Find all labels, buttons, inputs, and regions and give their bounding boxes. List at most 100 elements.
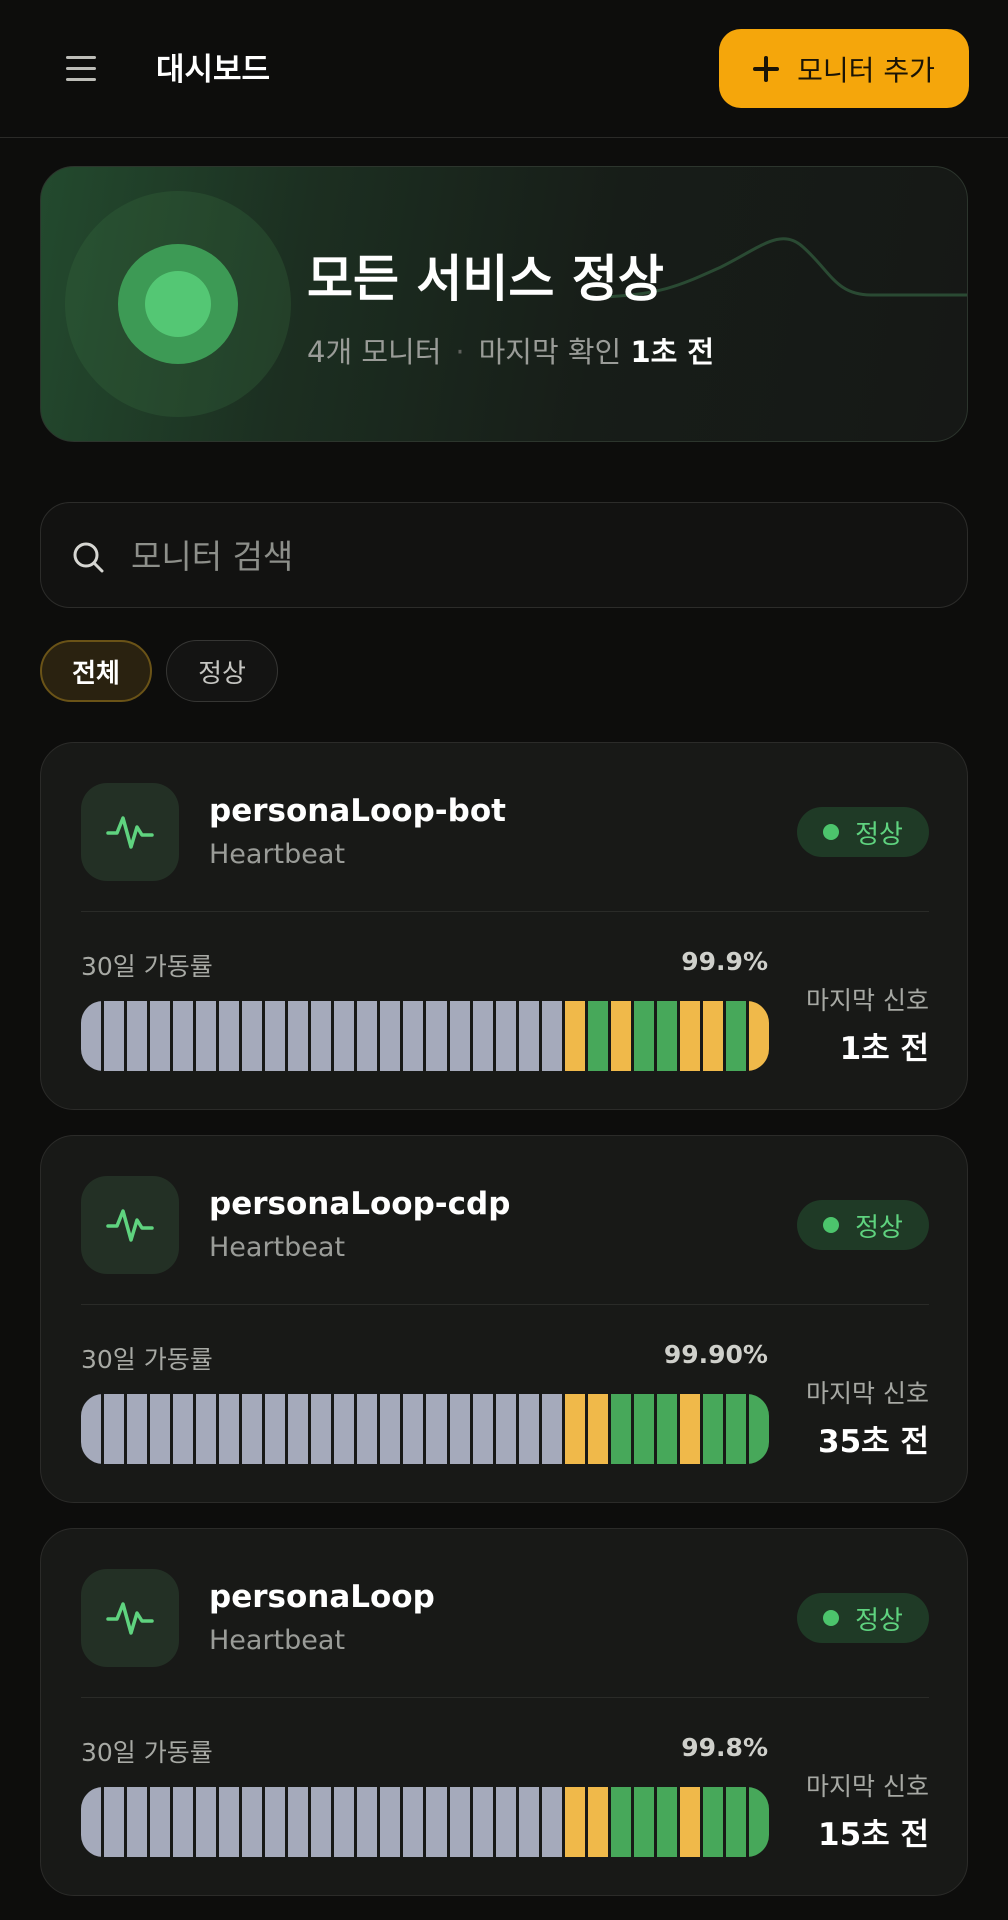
last-signal-value: 35초 전 xyxy=(818,1424,929,1460)
filter-chip-all[interactable]: 전체 xyxy=(40,640,152,702)
uptime-day-segment xyxy=(81,1001,102,1071)
uptime-day-segment xyxy=(196,1001,217,1071)
uptime-day-segment xyxy=(426,1394,447,1464)
uptime-day-segment xyxy=(196,1394,217,1464)
monitor-card[interactable]: personaLoop-bot Heartbeat 정상 30일 가동률 99.… xyxy=(40,742,968,1110)
uptime-day-segment xyxy=(265,1394,286,1464)
uptime-day-segment xyxy=(610,1001,631,1071)
last-signal-value: 1초 전 xyxy=(839,1031,929,1067)
uptime-day-segment xyxy=(288,1394,309,1464)
separator-dot: · xyxy=(455,335,465,369)
uptime-day-segment xyxy=(495,1001,516,1071)
heartbeat-monitor-icon xyxy=(81,783,179,881)
monitor-name: personaLoop-cdp xyxy=(209,1186,511,1222)
uptime-day-segment xyxy=(518,1001,539,1071)
uptime-day-segment xyxy=(702,1787,723,1857)
uptime-day-segment xyxy=(610,1787,631,1857)
overall-status-card: 모든 서비스 정상 4개 모니터 · 마지막 확인 1초 전 xyxy=(40,166,968,442)
uptime-day-segment xyxy=(219,1001,240,1071)
menu-line xyxy=(66,78,96,81)
uptime-day-segment xyxy=(587,1394,608,1464)
add-monitor-label: 모니터 추가 xyxy=(797,53,935,87)
monitor-type: Heartbeat xyxy=(209,1232,346,1263)
uptime-day-segment xyxy=(81,1787,102,1857)
uptime-day-segment xyxy=(219,1394,240,1464)
uptime-day-segment xyxy=(104,1001,125,1071)
uptime-day-segment xyxy=(173,1001,194,1071)
page-title: 대시보드 xyxy=(156,52,271,88)
monitor-name: personaLoop-bot xyxy=(209,793,506,829)
heartbeat-icon xyxy=(106,1602,154,1635)
status-dot-icon xyxy=(823,824,840,840)
status-badge: 정상 xyxy=(797,807,929,857)
monitor-card[interactable]: personaLoop-cdp Heartbeat 정상 30일 가동률 99.… xyxy=(40,1135,968,1503)
uptime-day-segment xyxy=(541,1001,562,1071)
uptime-value: 99.90% xyxy=(663,1340,768,1369)
uptime-day-segment xyxy=(564,1001,585,1071)
last-checked-value: 1초 전 xyxy=(630,335,715,369)
uptime-value: 99.8% xyxy=(681,1733,768,1762)
uptime-day-segment xyxy=(242,1001,263,1071)
uptime-day-segment xyxy=(472,1787,493,1857)
uptime-day-segment xyxy=(357,1394,378,1464)
uptime-day-segment xyxy=(403,1787,424,1857)
menu-line xyxy=(66,67,96,70)
filter-chip-healthy[interactable]: 정상 xyxy=(166,640,278,702)
uptime-day-segment xyxy=(426,1787,447,1857)
status-badge-label: 정상 xyxy=(855,1212,903,1243)
uptime-day-segment xyxy=(541,1394,562,1464)
uptime-label: 30일 가동률 xyxy=(81,1738,213,1767)
uptime-day-segment xyxy=(380,1787,401,1857)
uptime-day-segment xyxy=(311,1394,332,1464)
uptime-day-segment xyxy=(357,1787,378,1857)
last-signal-value: 15초 전 xyxy=(818,1817,929,1853)
monitor-card[interactable]: personaLoop Heartbeat 정상 30일 가동률 99.8% 마… xyxy=(40,1528,968,1896)
top-app-bar: 대시보드 모니터 추가 xyxy=(0,0,1008,138)
uptime-day-segment xyxy=(495,1787,516,1857)
uptime-day-segment xyxy=(311,1001,332,1071)
card-divider xyxy=(81,1304,929,1305)
uptime-day-segment xyxy=(150,1001,171,1071)
monitor-search xyxy=(40,502,968,608)
plus-icon xyxy=(753,55,780,82)
uptime-day-segment xyxy=(633,1394,654,1464)
uptime-day-segment xyxy=(518,1787,539,1857)
last-signal-label: 마지막 신호 xyxy=(806,1379,929,1408)
uptime-day-segment xyxy=(196,1787,217,1857)
hamburger-menu-icon[interactable] xyxy=(66,54,98,84)
last-signal-label: 마지막 신호 xyxy=(806,1772,929,1801)
uptime-day-segment xyxy=(587,1001,608,1071)
uptime-day-segment xyxy=(173,1787,194,1857)
uptime-day-segment xyxy=(702,1001,723,1071)
uptime-label: 30일 가동률 xyxy=(81,952,213,981)
add-monitor-button[interactable]: 모니터 추가 xyxy=(719,29,969,108)
uptime-history-bar xyxy=(81,1001,769,1071)
uptime-day-segment xyxy=(219,1787,240,1857)
heartbeat-monitor-icon xyxy=(81,1569,179,1667)
uptime-day-segment xyxy=(449,1394,470,1464)
card-divider xyxy=(81,1697,929,1698)
uptime-day-segment xyxy=(311,1787,332,1857)
uptime-day-segment xyxy=(81,1394,102,1464)
uptime-day-segment xyxy=(610,1394,631,1464)
status-dot-icon xyxy=(823,1217,840,1233)
uptime-day-segment xyxy=(380,1394,401,1464)
uptime-day-segment xyxy=(173,1394,194,1464)
uptime-day-segment xyxy=(656,1001,677,1071)
uptime-day-segment xyxy=(679,1001,700,1071)
uptime-day-segment xyxy=(403,1001,424,1071)
uptime-day-segment xyxy=(242,1787,263,1857)
uptime-label: 30일 가동률 xyxy=(81,1345,213,1374)
search-input[interactable] xyxy=(129,523,929,589)
uptime-day-segment xyxy=(702,1394,723,1464)
last-signal-label: 마지막 신호 xyxy=(806,986,929,1015)
uptime-day-segment xyxy=(357,1001,378,1071)
uptime-day-segment xyxy=(656,1394,677,1464)
uptime-day-segment xyxy=(150,1394,171,1464)
uptime-day-segment xyxy=(633,1001,654,1071)
uptime-day-segment xyxy=(403,1394,424,1464)
uptime-day-segment xyxy=(334,1787,355,1857)
monitor-name: personaLoop xyxy=(209,1579,435,1615)
status-badge: 정상 xyxy=(797,1593,929,1643)
card-divider xyxy=(81,911,929,912)
